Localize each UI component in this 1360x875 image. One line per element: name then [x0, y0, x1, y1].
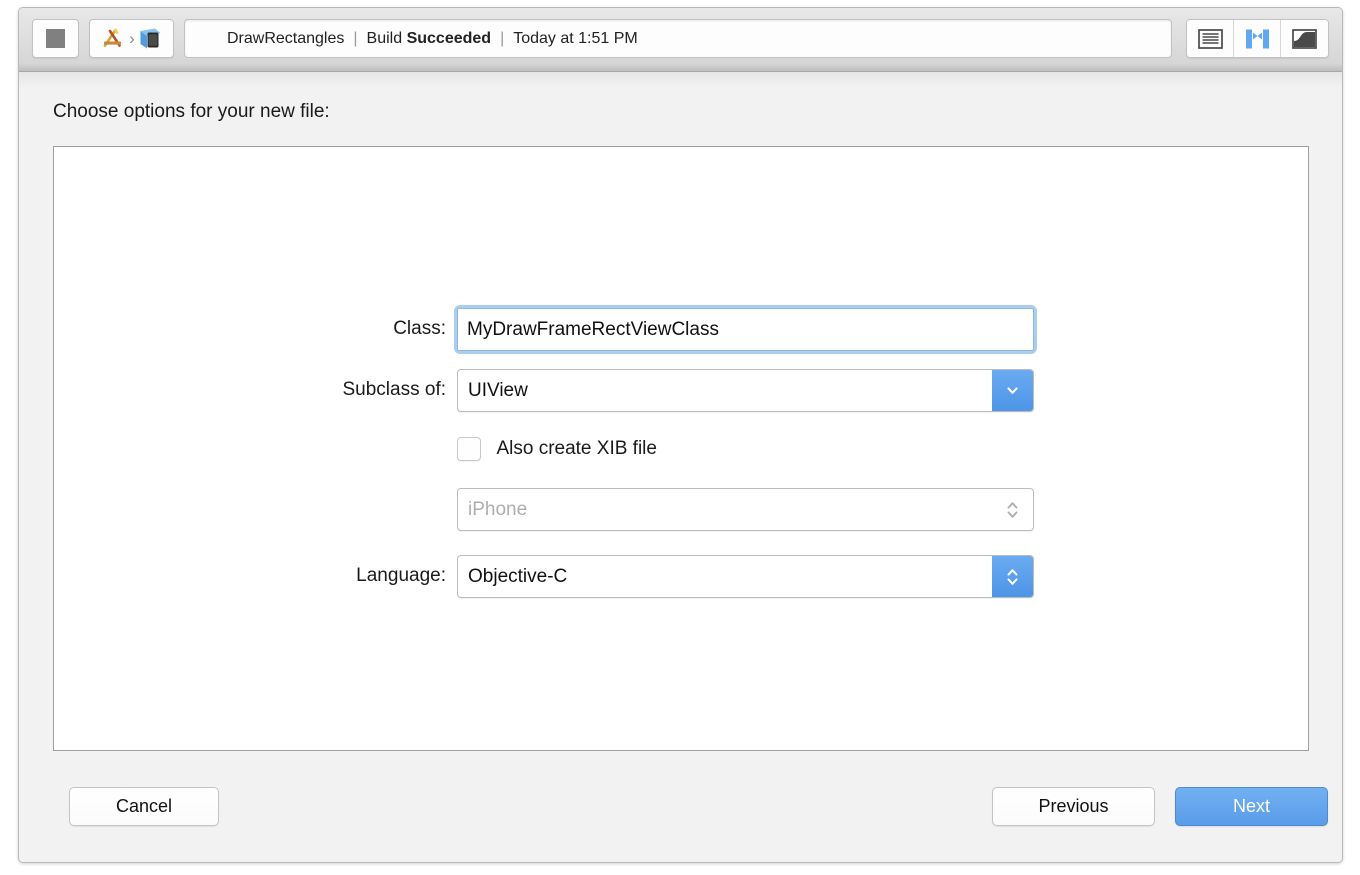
assistant-editor-icon	[1245, 29, 1269, 48]
subclass-label: Subclass of:	[342, 379, 447, 400]
xib-checkbox-group[interactable]: Also create XIB file	[457, 437, 657, 461]
status-separator-1: |	[353, 29, 358, 47]
xcode-app-icon	[103, 28, 122, 47]
stop-icon	[46, 29, 65, 48]
subclass-value: UIView	[468, 379, 528, 401]
device-value: iPhone	[468, 498, 528, 520]
language-label: Language:	[356, 565, 446, 586]
version-editor-button[interactable]	[1281, 20, 1328, 57]
chevron-up-down-icon[interactable]	[992, 556, 1033, 597]
toolbar: › DrawRectangles | Build Succeeded | Tod…	[19, 8, 1342, 72]
class-field-focus-ring	[457, 308, 1034, 351]
xib-checkbox[interactable]	[457, 437, 481, 461]
status-separator-2: |	[500, 29, 505, 47]
chevron-right-icon: ›	[129, 28, 135, 48]
previous-button[interactable]: Previous	[992, 787, 1155, 826]
subclass-combobox[interactable]: UIView	[457, 369, 1034, 412]
standard-editor-button[interactable]	[1187, 20, 1234, 57]
class-label: Class:	[393, 318, 446, 339]
build-status-field: DrawRectangles | Build Succeeded | Today…	[184, 19, 1172, 58]
device-popup[interactable]: iPhone	[457, 488, 1034, 531]
sheet-heading: Choose options for your new file:	[53, 101, 330, 122]
class-input[interactable]	[457, 308, 1034, 351]
ios-simulator-icon	[140, 28, 161, 49]
cancel-button[interactable]: Cancel	[69, 787, 219, 826]
scheme-selector-button[interactable]: ›	[89, 19, 174, 58]
options-panel: Class: Subclass of: UIView	[53, 146, 1309, 751]
language-popup[interactable]: Objective-C	[457, 555, 1034, 598]
status-build-prefix: Build	[366, 29, 403, 47]
editor-mode-group	[1186, 19, 1329, 58]
chevron-up-down-icon[interactable]	[992, 489, 1033, 530]
new-file-options-sheet: Choose options for your new file: Class:…	[19, 72, 1342, 862]
standard-editor-icon	[1197, 28, 1223, 49]
stop-button[interactable]	[32, 19, 79, 58]
assistant-editor-button[interactable]	[1234, 20, 1281, 57]
version-editor-icon	[1292, 28, 1317, 49]
xcode-window: › DrawRectangles | Build Succeeded | Tod…	[18, 7, 1343, 863]
next-button[interactable]: Next	[1175, 787, 1328, 826]
xib-label: Also create XIB file	[496, 438, 657, 459]
chevron-down-icon[interactable]	[992, 370, 1033, 411]
language-value: Objective-C	[468, 565, 568, 587]
status-build-result: Succeeded	[406, 29, 492, 47]
status-timestamp: Today at 1:51 PM	[513, 29, 638, 47]
status-project-name: DrawRectangles	[227, 29, 345, 47]
